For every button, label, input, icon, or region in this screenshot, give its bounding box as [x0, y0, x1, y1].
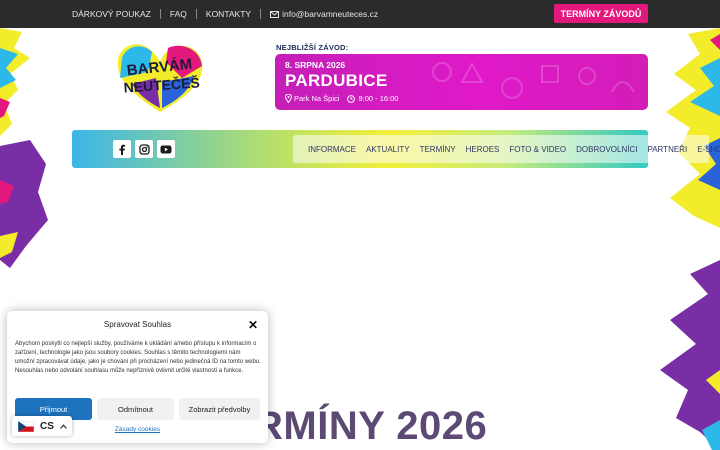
banner-pattern [432, 61, 635, 99]
race-place-text: Park Na Špici [294, 94, 340, 103]
menu-item-heroes[interactable]: HEROES [466, 145, 500, 154]
menu-item-e-shop[interactable]: E-SHOP [697, 145, 720, 154]
next-race-banner[interactable]: 8. SRPNA 2026 PARDUBICE Park Na Špici 9:… [275, 54, 648, 110]
language-code: CS [40, 420, 54, 432]
chevron-up-icon [59, 423, 67, 429]
race-date: 8. SRPNA 2026 [285, 60, 346, 70]
email-text: info@barvamneuteces.cz [282, 9, 379, 19]
site-logo[interactable]: BARVÁM NEUTEČEŠ [112, 38, 208, 116]
instagram-icon [138, 143, 150, 155]
paint-splash-right-bottom [660, 260, 720, 450]
top-link-faq[interactable]: FAQ [159, 9, 196, 19]
cookie-dialog-text: Abychom poskytli co nejlepší služby, pou… [15, 341, 261, 374]
instagram-button[interactable] [135, 140, 153, 158]
top-link-gift-voucher[interactable]: DÁRKOVÝ POUKAZ [72, 9, 160, 19]
race-city: PARDUBICE [285, 71, 388, 90]
main-menu: INFORMACE AKTUALITY TERMÍNY HEROES FOTO … [293, 135, 720, 163]
paint-splash-left-middle [0, 140, 48, 268]
menu-item-dates[interactable]: TERMÍNY [420, 145, 456, 154]
location-pin-icon [285, 94, 292, 103]
page-heading: RMÍNY 2026 [254, 404, 488, 448]
youtube-button[interactable] [157, 140, 175, 158]
preferences-button[interactable]: Zobrazit předvolby [179, 398, 260, 420]
main-nav-bar: INFORMACE AKTUALITY TERMÍNY HEROES FOTO … [72, 130, 720, 168]
top-link-email[interactable]: info@barvamneuteces.cz [260, 9, 387, 19]
top-link-contacts[interactable]: KONTAKTY [195, 9, 260, 19]
language-switcher[interactable]: CS [12, 416, 72, 436]
paint-splash-right-top [666, 28, 720, 228]
clock-icon [347, 94, 356, 103]
top-bar: DÁRKOVÝ POUKAZ FAQ KONTAKTY info@barvamn… [0, 0, 720, 28]
facebook-icon [119, 144, 125, 155]
menu-item-partners[interactable]: PARTNEŘI [647, 145, 687, 154]
deny-button[interactable]: Odmítnout [97, 398, 174, 420]
menu-item-volunteers[interactable]: DOBROVOLNÍCI [576, 145, 637, 154]
close-icon[interactable]: ✕ [248, 318, 258, 332]
next-race-label: NEJBLIŽŠÍ ZÁVOD: [276, 43, 349, 52]
menu-item-information[interactable]: INFORMACE [308, 145, 356, 154]
youtube-icon [160, 145, 172, 153]
race-place: Park Na Špici [285, 94, 339, 103]
cookie-dialog-title: Spravovat Souhlas [103, 320, 172, 329]
race-meta: Park Na Špici 9:00 - 16:00 [285, 94, 398, 103]
paint-splash-left-top [0, 28, 30, 136]
race-time: 9:00 - 16:00 [347, 94, 398, 103]
top-nav: DÁRKOVÝ POUKAZ FAQ KONTAKTY info@barvamn… [72, 0, 387, 28]
czech-flag-icon [18, 420, 34, 432]
race-time-text: 9:00 - 16:00 [358, 94, 399, 103]
menu-item-news[interactable]: AKTUALITY [366, 145, 410, 154]
race-dates-button[interactable]: TERMÍNY ZÁVODŮ [554, 4, 648, 23]
menu-item-photo-video[interactable]: FOTO & VIDEO [509, 145, 566, 154]
facebook-button[interactable] [113, 140, 131, 158]
envelope-icon [270, 10, 280, 18]
